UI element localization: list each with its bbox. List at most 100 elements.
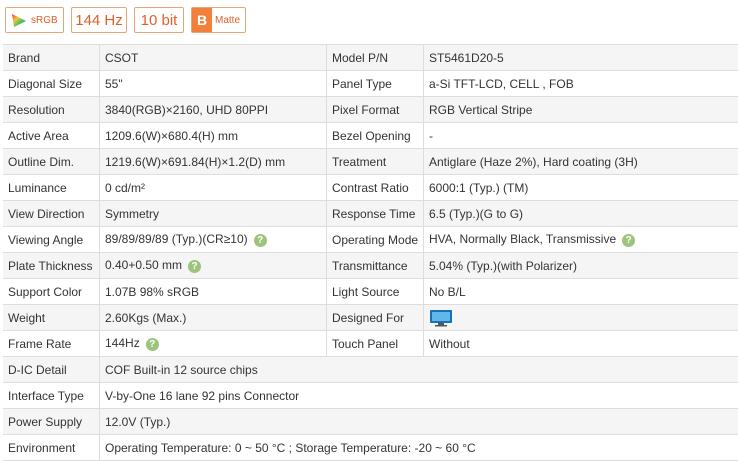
spec-row-wide: Power Supply12.0V (Typ.): [3, 409, 738, 435]
spec-value: 6.5 (Typ.)(G to G): [424, 201, 738, 227]
spec-label-text: Frame Rate: [8, 337, 71, 351]
spec-value-text: 1219.6(W)×691.84(H)×1.2(D) mm: [105, 155, 285, 169]
spec-label: Bezel Opening: [327, 123, 424, 149]
spec-value: 0 cd/m²: [100, 175, 327, 201]
spec-label: Active Area: [3, 123, 100, 149]
spec-value-text: 89/89/89/89 (Typ.)(CR≥10): [105, 232, 248, 246]
srgb-label: sRGB: [31, 15, 58, 26]
matte-letter: B: [192, 8, 212, 32]
spec-value-text: CSOT: [105, 51, 138, 65]
spec-row: Luminance 0 cd/m² Contrast Ratio 6000:1 (Ty…: [3, 175, 738, 201]
refresh-rate-badge: 144 Hz: [71, 7, 127, 33]
spec-value: No B/L: [424, 279, 738, 305]
question-circle-icon[interactable]: ?: [254, 234, 267, 247]
spec-label: Viewing Angle: [3, 227, 100, 253]
spec-label-text: Support Color: [8, 285, 82, 299]
srgb-badge: sRGB: [5, 7, 64, 33]
spec-value: HVA, Normally Black, Transmissive?: [424, 227, 738, 253]
spec-value: RGB Vertical Stripe: [424, 97, 738, 123]
spec-label-text: Panel Type: [332, 77, 392, 91]
spec-value-text: 0 cd/m²: [105, 181, 145, 195]
spec-row-wide: EnvironmentOperating Temperature: 0 ~ 50…: [3, 435, 738, 461]
spec-value: 12.0V (Typ.): [100, 409, 738, 435]
spec-label: Touch Panel: [327, 331, 424, 357]
spec-label-text: Contrast Ratio: [332, 181, 409, 195]
spec-label-text: Weight: [8, 311, 45, 325]
spec-label: Interface Type: [3, 383, 100, 409]
spec-label-text: Designed For: [332, 311, 404, 325]
spec-label: Panel Type: [327, 71, 424, 97]
spec-row-wide: D-IC DetailCOF Built-in 12 source chips: [3, 357, 738, 383]
spec-value: 6000:1 (Typ.) (TM): [424, 175, 738, 201]
spec-row: Plate Thickness 0.40+0.50 mm?Transmittanc…: [3, 253, 738, 279]
spec-value: -: [424, 123, 738, 149]
matte-badge: B Matte: [191, 7, 246, 33]
spec-label: Weight: [3, 305, 100, 331]
spec-value: Antiglare (Haze 2%), Hard coating (3H): [424, 149, 738, 175]
spec-value: 144Hz?: [100, 331, 327, 357]
spec-label: Operating Mode: [327, 227, 424, 253]
spec-row: View Direction Symmetry Response Time6.5 (…: [3, 201, 738, 227]
spec-label-text: Active Area: [8, 129, 69, 143]
spec-value: a-Si TFT-LCD, CELL , FOB: [424, 71, 738, 97]
spec-value: V-by-One 16 lane 92 pins Connector: [100, 383, 738, 409]
spec-value: 55": [100, 71, 327, 97]
question-circle-icon[interactable]: ?: [146, 338, 159, 351]
spec-label: Plate Thickness: [3, 253, 100, 279]
spec-value: 1209.6(W)×680.4(H) mm: [100, 123, 327, 149]
spec-label: Transmittance: [327, 253, 424, 279]
spec-label: Designed For: [327, 305, 424, 331]
spec-row: Outline Dim.1219.6(W)×691.84(H)×1.2(D) m…: [3, 149, 738, 175]
spec-label-text: Model P/N: [332, 51, 388, 65]
spec-label: D-IC Detail: [3, 357, 100, 383]
spec-label-text: Pixel Format: [332, 103, 399, 117]
question-circle-icon[interactable]: ?: [188, 260, 201, 273]
spec-row: Weight 2.60Kgs (Max.) Designed For: [3, 305, 738, 331]
spec-label: View Direction: [3, 201, 100, 227]
spec-value: 3840(RGB)×2160, UHD 80PPI: [100, 97, 327, 123]
question-circle-icon[interactable]: ?: [622, 234, 635, 247]
spec-value: Operating Temperature: 0 ~ 50 °C ; Stora…: [100, 435, 738, 461]
spec-label-text: Light Source: [332, 285, 399, 299]
spec-label: Model P/N: [327, 45, 424, 71]
spec-label-text: Luminance: [8, 181, 67, 195]
spec-value: Symmetry: [100, 201, 327, 227]
spec-label-text: Touch Panel: [332, 337, 398, 351]
spec-row: Diagonal Size 55" Panel Type a-Si TFT-LCD, …: [3, 71, 738, 97]
spec-label: Treatment: [327, 149, 424, 175]
spec-value: CSOT: [100, 45, 327, 71]
spec-value: ST5461D20-5: [424, 45, 738, 71]
spec-value: Without: [424, 331, 738, 357]
spec-row: Frame Rate 144Hz? Touch Panel Without: [3, 331, 738, 357]
spec-value: 0.40+0.50 mm?: [100, 253, 327, 279]
spec-value-text: a-Si TFT-LCD, CELL , FOB: [429, 77, 574, 91]
spec-row: Active Area 1209.6(W)×680.4(H) mmBezel Op…: [3, 123, 738, 149]
spec-label: Contrast Ratio: [327, 175, 424, 201]
spec-label: Pixel Format: [327, 97, 424, 123]
spec-label: Support Color: [3, 279, 100, 305]
spec-value-text: Symmetry: [105, 207, 159, 221]
spec-value-text: HVA, Normally Black, Transmissive: [429, 232, 616, 246]
matte-label: Matte: [215, 15, 240, 26]
spec-value-text: ST5461D20-5: [429, 51, 504, 65]
spec-label-text: Diagonal Size: [8, 77, 82, 91]
spec-label: Response Time: [327, 201, 424, 227]
spec-value: 2.60Kgs (Max.): [100, 305, 327, 331]
spec-value-text: 3840(RGB)×2160, UHD 80PPI: [105, 103, 268, 117]
spec-label: Diagonal Size: [3, 71, 100, 97]
spec-row-wide: Interface TypeV-by-One 16 lane 92 pins C…: [3, 383, 738, 409]
spec-row: Resolution 3840(RGB)×2160, UHD 80PPI Pixel…: [3, 97, 738, 123]
spec-value-text: -: [429, 129, 433, 143]
spec-label: Resolution: [3, 97, 100, 123]
spec-value-text: No B/L: [429, 285, 466, 299]
spec-row: Support Color 1.07B 98% sRGB Light Source N…: [3, 279, 738, 305]
spec-label: Luminance: [3, 175, 100, 201]
spec-value-text: 2.60Kgs (Max.): [105, 311, 186, 325]
color-gamut-icon: [10, 12, 28, 28]
spec-label-text: Plate Thickness: [8, 259, 93, 273]
spec-label: Power Supply: [3, 409, 100, 435]
spec-label-text: Brand: [8, 51, 40, 65]
spec-value: 1.07B 98% sRGB: [100, 279, 327, 305]
feature-badges: sRGB 144 Hz 10 bit B Matte: [5, 7, 246, 35]
spec-value-text: 1.07B 98% sRGB: [105, 285, 199, 299]
